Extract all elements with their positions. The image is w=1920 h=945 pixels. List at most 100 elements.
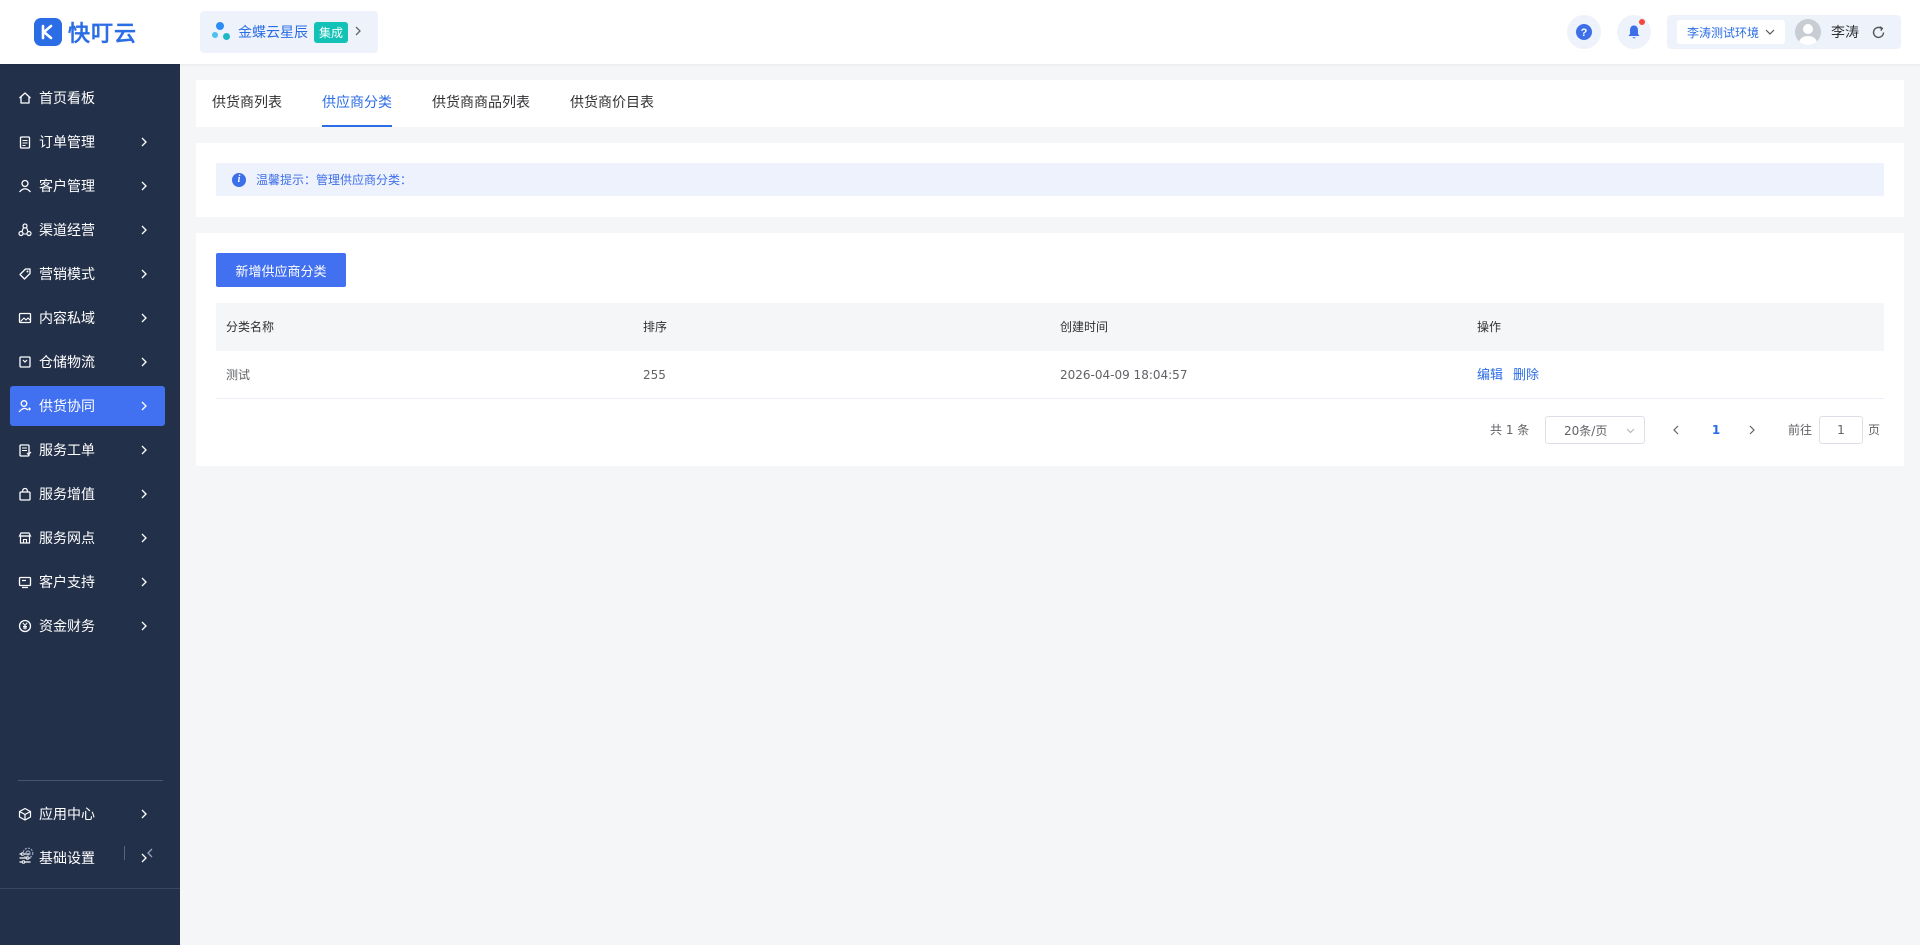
user-area: 李涛测试环境 李涛 [1667, 15, 1901, 49]
sidebar-item-label: 营销模式 [39, 267, 95, 283]
environment-select[interactable]: 李涛测试环境 [1677, 20, 1786, 44]
chevron-right-icon [141, 577, 147, 587]
sidebar-item-cube[interactable]: 应用中心 [10, 794, 165, 834]
sidebar-item-label: 应用中心 [39, 807, 95, 823]
sidebar-item-yuan[interactable]: 资金财务 [10, 606, 165, 646]
header-sort: 排序 [643, 320, 668, 334]
page-size-select[interactable]: 20条/页 [1545, 416, 1645, 444]
goto-page-input[interactable] [1819, 416, 1863, 444]
supplier-icon [18, 399, 32, 413]
sidebar-item-label: 仓储物流 [39, 355, 95, 371]
tab-supplier-category[interactable]: 供应商分类 [322, 80, 392, 127]
sidebar-divider [18, 780, 163, 781]
sidebar-item-channel[interactable]: 渠道经营 [10, 210, 165, 250]
next-page-button[interactable] [1742, 417, 1762, 443]
nav-arrow [137, 399, 151, 413]
page-suffix: 页 [1868, 423, 1881, 437]
integration-badge: 集成 [314, 21, 349, 43]
page-size-value: 20条/页 [1564, 423, 1608, 438]
box-icon [18, 355, 32, 369]
chevron-left-icon [1673, 425, 1679, 435]
bell-icon [1628, 25, 1640, 39]
gear-icon[interactable] [22, 847, 34, 859]
tip-card: i 温馨提示：管理供应商分类： [196, 143, 1904, 217]
tab-supplier-list[interactable]: 供货商列表 [212, 80, 282, 127]
chevron-right-icon [141, 357, 147, 367]
avatar[interactable] [1795, 19, 1822, 45]
sidebar-item-image[interactable]: 内容私域 [10, 298, 165, 338]
sidebar-item-label: 基础设置 [39, 851, 95, 867]
ticket-icon [18, 443, 32, 457]
sidebar-item-label: 服务增值 [39, 487, 95, 503]
sidebar-footer-divider [0, 888, 180, 889]
chevron-right-icon [141, 313, 147, 323]
help-button[interactable]: ? [1567, 15, 1601, 49]
chevron-right-icon [141, 181, 147, 191]
category-list-card: 新增供应商分类 分类名称 排序 创建时间 操作 测试 255 2026-04-0… [196, 233, 1904, 466]
chevron-right-icon [141, 621, 147, 631]
sidebar-item-home[interactable]: 首页看板 [10, 78, 165, 118]
sidebar-item-label: 客户支持 [39, 575, 95, 591]
cell-actions: 编辑 删除 [1477, 351, 1549, 399]
footer-separator [124, 846, 125, 860]
table-row: 测试 255 2026-04-09 18:04:57 编辑 删除 [216, 351, 1884, 399]
add-category-button[interactable]: 新增供应商分类 [216, 253, 346, 287]
svg-text:?: ? [1581, 27, 1588, 39]
chevron-right-icon [141, 269, 147, 279]
sidebar-item-box[interactable]: 仓储物流 [10, 342, 165, 382]
nav-arrow [137, 487, 151, 501]
user-icon [18, 179, 32, 193]
page-number-current[interactable]: 1 [1704, 417, 1728, 443]
support-icon [18, 575, 32, 589]
sidebar-item-ticket[interactable]: 服务工单 [10, 430, 165, 470]
chevron-right-icon [141, 533, 147, 543]
sidebar-item-support[interactable]: 客户支持 [10, 562, 165, 602]
sidebar: 首页看板订单管理客户管理渠道经营营销模式内容私域仓储物流供货协同服务工单服务增值… [0, 64, 180, 945]
logo[interactable]: 快叮云 [0, 0, 180, 64]
tag-icon [18, 267, 32, 281]
sidebar-item-label: 服务工单 [39, 443, 95, 459]
info-icon: i [232, 172, 246, 187]
sidebar-item-bag[interactable]: 服务增值 [10, 474, 165, 514]
header-created-time: 创建时间 [1060, 320, 1109, 334]
tab-supplier-products[interactable]: 供货商商品列表 [432, 80, 530, 127]
notification-button[interactable] [1617, 15, 1651, 49]
sidebar-item-supplier[interactable]: 供货协同 [10, 386, 165, 426]
sidebar-item-tag[interactable]: 营销模式 [10, 254, 165, 294]
app-switcher[interactable]: 金蝶云星辰 集成 [200, 11, 378, 53]
goto-label: 前往 [1788, 423, 1813, 437]
delete-link[interactable]: 删除 [1513, 368, 1539, 383]
chevron-down-icon [1765, 27, 1775, 38]
chevron-right-icon [141, 489, 147, 499]
chevron-right-icon [1749, 425, 1755, 435]
collapse-sidebar-icon[interactable] [145, 846, 157, 860]
cell-sort: 255 [643, 368, 666, 382]
tab-supplier-pricelist[interactable]: 供货商价目表 [570, 80, 654, 127]
nav-arrow [137, 267, 151, 281]
nav-arrow [137, 443, 151, 457]
chevron-right-icon [141, 225, 147, 235]
nav-arrow [137, 135, 151, 149]
prev-page-button[interactable] [1666, 417, 1686, 443]
nav-arrow [137, 311, 151, 325]
sidebar-item-label: 内容私域 [39, 311, 95, 327]
tip-text: 温馨提示：管理供应商分类： [256, 173, 413, 187]
sidebar-item-store[interactable]: 服务网点 [10, 518, 165, 558]
edit-link[interactable]: 编辑 [1477, 368, 1503, 383]
refresh-icon[interactable] [1871, 25, 1886, 40]
nav-arrow [137, 223, 151, 237]
chevron-right-icon [141, 137, 147, 147]
sidebar-item-clipboard[interactable]: 订单管理 [10, 122, 165, 162]
sidebar-item-user[interactable]: 客户管理 [10, 166, 165, 206]
store-icon [18, 531, 32, 545]
sidebar-item-label: 订单管理 [39, 135, 95, 151]
sidebar-item-label: 客户管理 [39, 179, 95, 195]
cell-created-time: 2026-04-09 18:04:57 [1060, 368, 1188, 382]
chevron-right-icon [141, 809, 147, 819]
chevron-down-icon [1626, 423, 1635, 437]
username[interactable]: 李涛 [1831, 22, 1859, 42]
tabs-bar: 供货商列表 供应商分类 供货商商品列表 供货商价目表 [196, 80, 1904, 127]
category-table: 分类名称 排序 创建时间 操作 测试 255 2026-04-09 18:04:… [216, 303, 1884, 399]
top-header: 快叮云 金蝶云星辰 集成 ? 李涛测试环境 李涛 [0, 0, 1920, 64]
channel-icon [18, 223, 32, 237]
